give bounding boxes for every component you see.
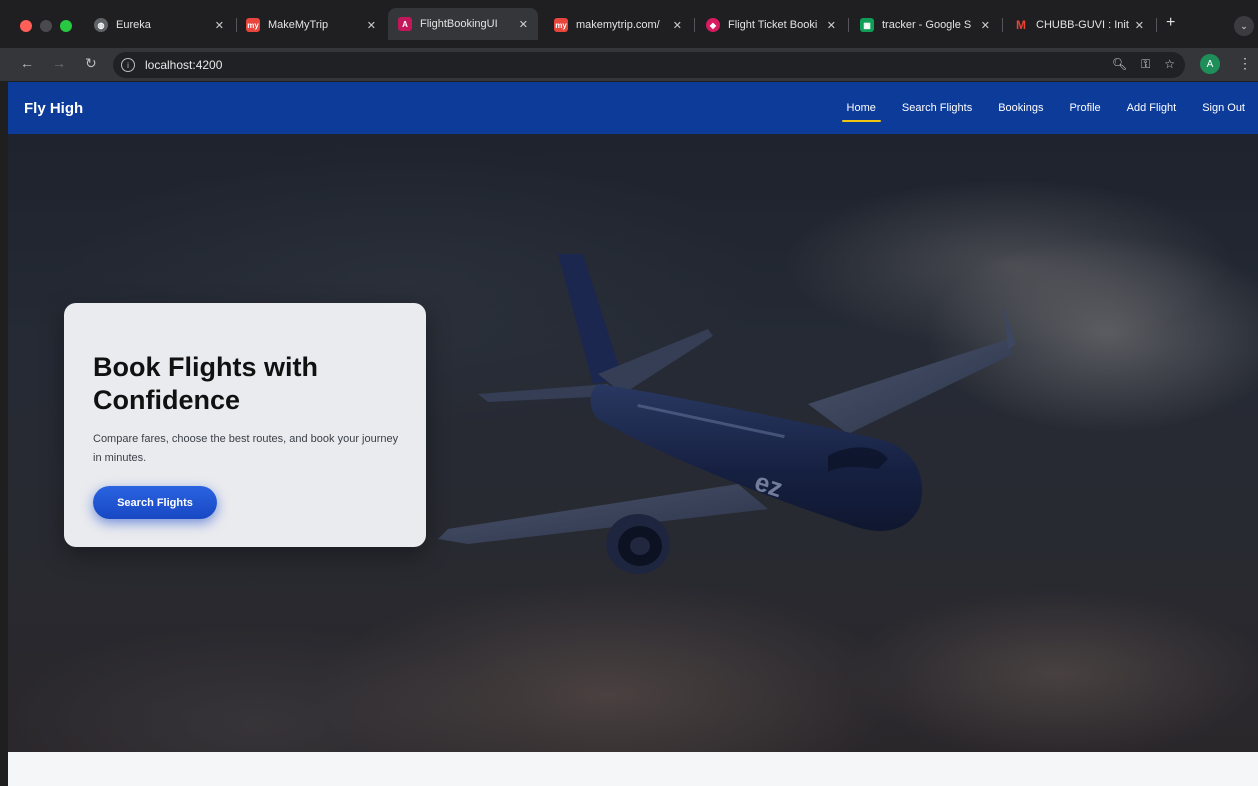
close-icon[interactable]: ✕: [827, 19, 836, 32]
nav-profile[interactable]: Profile: [1056, 82, 1113, 134]
back-arrow-icon[interactable]: ←: [20, 55, 34, 71]
more-menu-icon[interactable]: ⋮: [1238, 55, 1252, 72]
tab-title: CHUBB-GUVI : Init: [1036, 19, 1129, 31]
nav-add-flight[interactable]: Add Flight: [1114, 82, 1190, 134]
tab-separator: [694, 18, 695, 32]
new-tab-button[interactable]: +: [1166, 14, 1175, 32]
profile-avatar[interactable]: A: [1200, 54, 1220, 74]
omnibox-actions: 🔍︎ ⚿ ☆: [1112, 57, 1175, 72]
nav-home[interactable]: Home: [834, 82, 889, 134]
site-info-icon[interactable]: i: [121, 58, 135, 72]
tab-title: tracker - Google S: [882, 19, 972, 31]
browser-tab[interactable]: ◆ Flight Ticket Booki ✕: [696, 10, 846, 40]
browser-tab-bar: ◍ Eureka ✕ my MakeMyTrip ✕ A FlightBooki…: [0, 0, 1258, 48]
hero-card: Book Flights with Confidence Compare far…: [64, 303, 426, 547]
hero-subtext: Compare fares, choose the best routes, a…: [93, 433, 399, 464]
close-icon[interactable]: ✕: [1135, 19, 1144, 32]
globe-icon: ◍: [94, 18, 108, 32]
brand-logo[interactable]: Fly High: [24, 100, 83, 117]
tab-title: MakeMyTrip: [268, 19, 329, 31]
browser-tab[interactable]: M CHUBB-GUVI : Init ✕: [1004, 10, 1154, 40]
reload-icon[interactable]: ↻: [85, 55, 97, 72]
sheets-icon: ▦: [860, 18, 874, 32]
url-text[interactable]: localhost:4200: [145, 58, 222, 72]
tab-title: makemytrip.com/: [576, 19, 660, 31]
hero-section: ez Book Flights with Confidence Compare …: [8, 134, 1258, 752]
tab-separator: [1002, 18, 1003, 32]
makemytrip-icon: my: [246, 18, 260, 32]
tab-title: Flight Ticket Booki: [728, 19, 818, 31]
browser-tab[interactable]: my makemytrip.com/ ✕: [544, 10, 692, 40]
maximize-window-button[interactable]: [60, 20, 72, 32]
address-bar[interactable]: i localhost:4200 🔍︎ ⚿ ☆: [113, 52, 1185, 78]
tab-search-dropdown-icon[interactable]: ⌄: [1234, 16, 1254, 36]
close-icon[interactable]: ✕: [519, 18, 528, 31]
browser-toolbar: ← → ↻ i localhost:4200 🔍︎ ⚿ ☆: [0, 48, 1258, 81]
gem-icon: ◆: [706, 18, 720, 32]
hero-heading: Book Flights with Confidence: [93, 352, 318, 415]
makemytrip-icon: my: [554, 18, 568, 32]
browser-tab-active[interactable]: A FlightBookingUI ✕: [388, 8, 538, 40]
bookmark-star-icon[interactable]: ☆: [1164, 57, 1175, 72]
close-window-button[interactable]: [20, 20, 32, 32]
search-flights-button[interactable]: Search Flights: [93, 486, 217, 519]
nav-bookings[interactable]: Bookings: [985, 82, 1056, 134]
below-hero-section: [8, 752, 1258, 786]
close-icon[interactable]: ✕: [367, 19, 376, 32]
close-icon[interactable]: ✕: [215, 19, 224, 32]
nav-sign-out[interactable]: Sign Out: [1189, 82, 1258, 134]
close-icon[interactable]: ✕: [981, 19, 990, 32]
tab-title: Eureka: [116, 19, 151, 31]
app-navbar: Fly High Home Search Flights Bookings Pr…: [8, 82, 1258, 134]
gmail-icon: M: [1016, 18, 1026, 32]
password-key-icon[interactable]: ⚿: [1141, 57, 1150, 72]
nav-links: Home Search Flights Bookings Profile Add…: [834, 82, 1258, 134]
minimize-window-button[interactable]: [40, 20, 52, 32]
browser-tab[interactable]: ▦ tracker - Google S ✕: [850, 10, 1000, 40]
tab-separator: [1156, 18, 1157, 32]
page-viewport: Fly High Home Search Flights Bookings Pr…: [8, 82, 1258, 786]
browser-tab[interactable]: my MakeMyTrip ✕: [236, 10, 386, 40]
tab-separator: [848, 18, 849, 32]
close-icon[interactable]: ✕: [673, 19, 682, 32]
browser-tab[interactable]: ◍ Eureka ✕: [84, 10, 234, 40]
zoom-icon[interactable]: 🔍︎: [1112, 57, 1127, 72]
tab-title: FlightBookingUI: [420, 18, 498, 30]
forward-arrow-icon[interactable]: →: [52, 55, 66, 71]
nav-search-flights[interactable]: Search Flights: [889, 82, 985, 134]
angular-icon: A: [398, 17, 412, 31]
